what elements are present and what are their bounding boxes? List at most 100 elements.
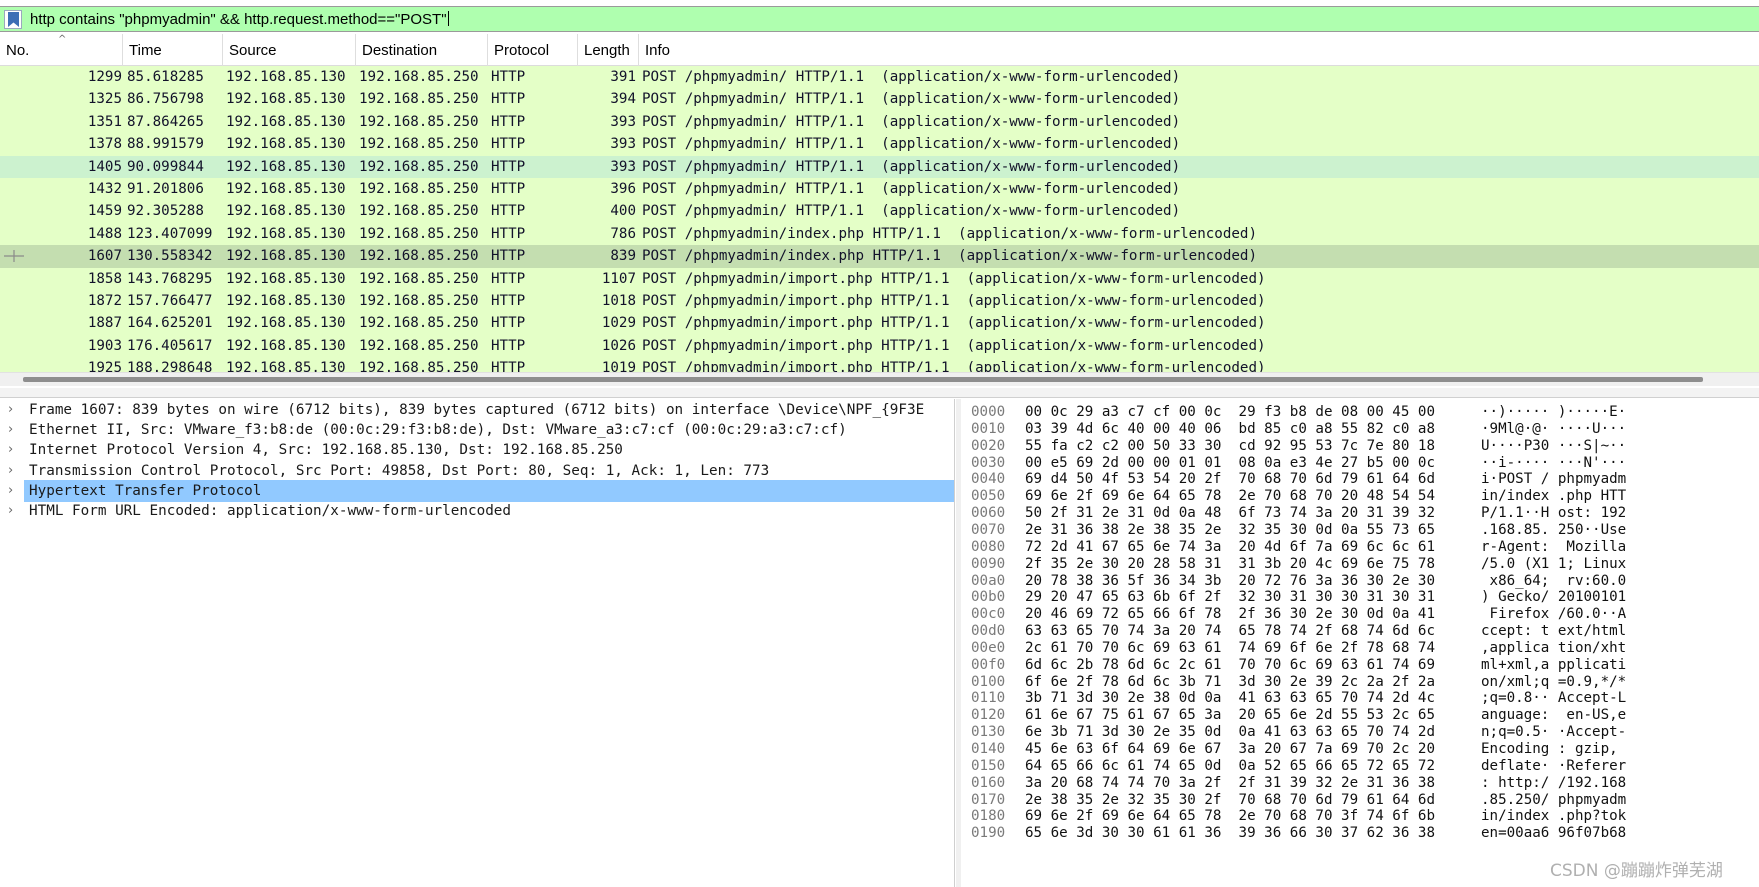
packet-protocol: HTTP [491,270,526,287]
details-tree-item[interactable]: › Ethernet II, Src: VMware_f3:b8:de (00:0… [0,419,954,442]
bytes-hex: 3b 71 3d 30 2e 38 0d 0a 41 63 63 65 70 7… [1025,690,1435,707]
details-tree-item[interactable]: › Transmission Control Protocol, Src Port… [0,460,954,483]
packet-time: 164.625201 [127,315,213,332]
packet-source: 192.168.85.130 [226,136,346,153]
bytes-ascii: ··)····· )·····E· [1481,404,1627,420]
filter-bookmark-icon[interactable] [4,10,22,29]
display-filter-bar[interactable]: http contains "phpmyadmin" && http.reque… [0,6,1759,32]
bytes-hex: 6d 6c 2b 78 6d 6c 2c 61 70 70 6c 69 63 6… [1025,656,1435,673]
packet-info: POST /phpmyadmin/ HTTP/1.1 (application/… [642,158,1181,175]
packet-length: 394 [610,91,636,108]
bytes-hex: 2e 31 36 38 2e 38 35 2e 32 35 30 0d 0a 5… [1025,521,1435,538]
details-tree-label: Hypertext Transfer Protocol [29,482,262,499]
details-tree-label: Internet Protocol Version 4, Src: 192.16… [29,442,623,459]
packet-protocol: HTTP [491,337,526,354]
packet-number: 1459 [87,203,122,220]
expand-chevron-icon[interactable]: › [8,463,13,478]
details-tree-label: Ethernet II, Src: VMware_f3:b8:de (00:0c… [29,422,847,439]
packet-protocol: HTTP [491,203,526,220]
packet-source: 192.168.85.130 [226,315,346,332]
bytes-offset: 0070 [971,521,1006,538]
packet-number: 1378 [87,136,122,153]
packet-time: 123.407099 [127,225,213,242]
column-header-source[interactable]: Source [223,34,356,66]
packet-destination: 192.168.85.250 [359,337,479,354]
packet-source: 192.168.85.130 [226,293,346,309]
bytes-row[interactable]: 0190 65 6e 3d 30 30 61 61 36 39 36 66 30 … [961,824,1759,843]
details-tree-item[interactable]: › HTML Form URL Encoded: application/x-ww… [0,500,954,523]
expand-chevron-icon[interactable]: › [8,422,13,437]
packet-row[interactable]: 1607 130.558342 192.168.85.130 192.168.85.2… [0,245,1759,268]
packet-number: 1887 [87,315,122,332]
packet-length: 400 [610,203,636,220]
packet-list-horizontal-scrollbar[interactable] [0,372,1759,386]
expand-chevron-icon[interactable]: › [8,503,13,518]
bytes-ascii: ··i-···· ···N'··· [1481,454,1627,471]
packet-row[interactable]: 1887 164.625201 192.168.85.130 192.168.85.2… [0,312,1759,335]
packet-row[interactable]: 1351 87.864265 192.168.85.130 192.168.85.25… [0,110,1759,134]
packet-destination: 192.168.85.250 [359,270,479,287]
packet-row[interactable]: 1432 91.201806 192.168.85.130 192.168.85.25… [0,178,1759,201]
packet-time: 157.766477 [127,293,213,309]
packet-time: 87.864265 [127,113,204,130]
bytes-hex: 3a 20 68 74 74 70 3a 2f 2f 31 39 32 2e 3… [1025,774,1435,791]
packet-length: 786 [610,225,636,242]
packet-details-tree[interactable]: › Frame 1607: 839 bytes on wire (6712 bit… [0,399,955,887]
packet-protocol: HTTP [491,293,526,309]
expand-chevron-icon[interactable]: › [8,402,13,417]
packet-info: POST /phpmyadmin/import.php HTTP/1.1 (ap… [642,270,1266,287]
packet-protocol: HTTP [491,91,526,108]
packet-row[interactable]: 1903 176.405617 192.168.85.130 192.168.85.2… [0,334,1759,358]
packet-row[interactable]: 1405 90.099844 192.168.85.130 192.168.85.25… [0,155,1759,178]
packet-row[interactable]: 1858 143.768295 192.168.85.130 192.168.85.2… [0,267,1759,290]
bytes-ascii: anguage: en-US,e [1481,707,1627,724]
packet-number: 1607 [87,248,122,265]
packet-bytes-pane[interactable]: 0000 00 0c 29 a3 c7 cf 00 0c 29 f3 b8 de … [961,399,1759,887]
bytes-offset: 00a0 [971,572,1006,589]
bytes-hex: 2c 61 70 70 6c 69 63 61 74 69 6f 6e 2f 7… [1025,639,1435,656]
bytes-offset: 00d0 [971,623,1006,640]
expand-chevron-icon[interactable]: › [8,483,13,498]
packet-source: 192.168.85.130 [226,69,346,85]
bytes-ascii: on/xml;q =0.9,*/* [1481,673,1627,690]
bytes-offset: 0160 [971,774,1006,791]
column-header-length[interactable]: Length [578,34,639,66]
packet-destination: 192.168.85.250 [359,248,479,265]
display-filter-input[interactable]: http contains "phpmyadmin" && http.reque… [30,11,449,28]
packet-row[interactable]: 1459 92.305288 192.168.85.130 192.168.85.25… [0,200,1759,223]
column-header-info[interactable]: Info [639,34,1759,66]
packet-row[interactable]: 1872 157.766477 192.168.85.130 192.168.85.2… [0,290,1759,313]
bytes-offset: 0030 [971,454,1006,471]
column-header-protocol[interactable]: Protocol [488,34,578,66]
bytes-ascii: U····P30 ···S|~·· [1481,437,1627,454]
bytes-ascii: ;q=0.8·· Accept-L [1481,690,1627,707]
bytes-hex: 03 39 4d 6c 40 00 40 06 bd 85 c0 a8 55 8… [1025,420,1435,437]
pane-splitter[interactable] [0,388,1759,398]
packet-length: 393 [610,158,636,175]
bytes-ascii: .85.250/ phpmyadm [1481,791,1627,808]
packet-list[interactable]: No. ^ Time Source Destination Protocol L… [0,34,1759,384]
packet-destination: 192.168.85.250 [359,158,479,175]
bytes-ascii: ml+xml,a pplicati [1481,656,1627,673]
packet-row[interactable]: 1299 85.618285 192.168.85.130 192.168.85.25… [0,66,1759,89]
details-tree-item[interactable]: › Frame 1607: 839 bytes on wire (6712 bit… [0,399,954,422]
packet-info: POST /phpmyadmin/ HTTP/1.1 (application/… [642,91,1181,108]
packet-row[interactable]: 1378 88.991579 192.168.85.130 192.168.85.25… [0,133,1759,156]
details-tree-item[interactable]: › Hypertext Transfer Protocol [0,479,954,503]
packet-number: 1351 [87,113,122,130]
packet-time: 90.099844 [127,158,204,175]
column-header-time[interactable]: Time [123,34,223,66]
scrollbar-thumb[interactable] [23,377,1703,382]
column-header-destination[interactable]: Destination [356,34,488,66]
packet-source: 192.168.85.130 [226,181,346,197]
packet-destination: 192.168.85.250 [359,69,479,85]
packet-row[interactable]: 1488 123.407099 192.168.85.130 192.168.85.2… [0,222,1759,246]
bytes-hex: 55 fa c2 c2 00 50 33 30 cd 92 95 53 7c 7… [1025,437,1435,454]
expand-chevron-icon[interactable]: › [8,442,13,457]
bytes-hex: 50 2f 31 2e 31 0d 0a 48 6f 73 74 3a 20 3… [1025,505,1435,522]
related-packet-icon [4,249,24,263]
packet-info: POST /phpmyadmin/import.php HTTP/1.1 (ap… [642,315,1266,332]
details-tree-item[interactable]: › Internet Protocol Version 4, Src: 192.1… [0,439,954,462]
packet-row[interactable]: 1325 86.756798 192.168.85.130 192.168.85.25… [0,88,1759,111]
bytes-hex: 69 6e 2f 69 6e 64 65 78 2e 70 68 70 3f 7… [1025,808,1435,825]
